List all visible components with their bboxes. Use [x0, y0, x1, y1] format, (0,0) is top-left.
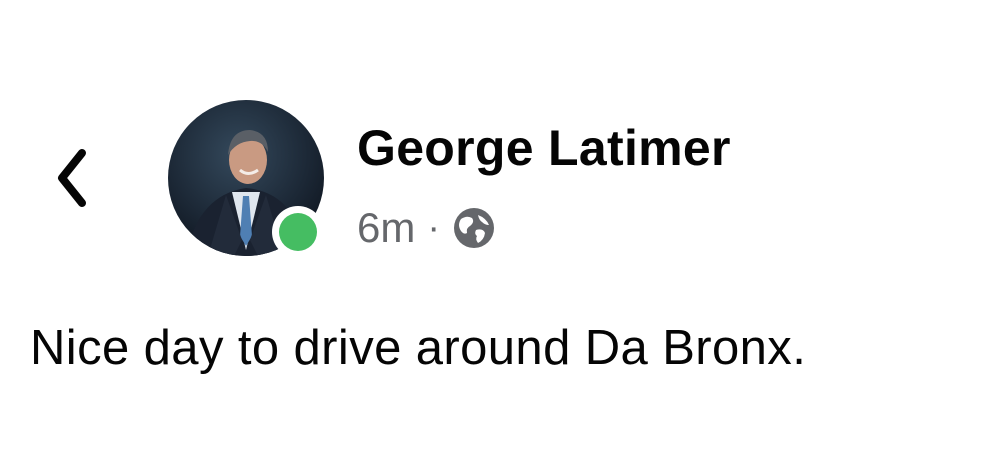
online-status-dot: [279, 213, 317, 251]
author-name[interactable]: George Latimer: [357, 118, 731, 178]
meta-separator: ·: [427, 206, 441, 249]
globe-icon[interactable]: [452, 206, 496, 250]
post-text: Nice day to drive around Da Bronx.: [30, 321, 807, 375]
post-meta: 6m ·: [357, 200, 496, 256]
online-status-indicator: [272, 206, 324, 258]
chevron-left-icon: [58, 149, 86, 207]
back-button[interactable]: [44, 138, 100, 218]
post-timestamp[interactable]: 6m: [357, 204, 415, 252]
